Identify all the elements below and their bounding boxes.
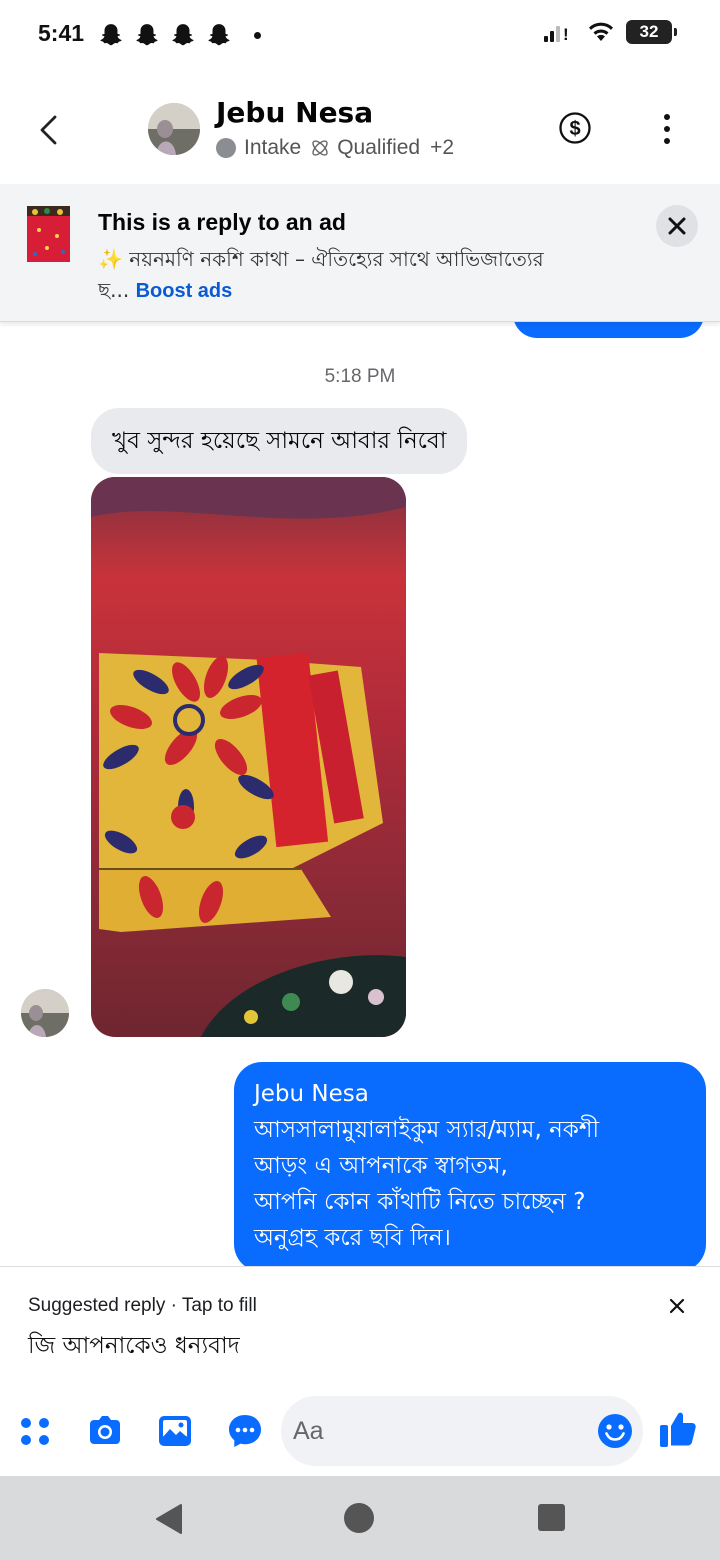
system-navigation-bar (0, 1476, 720, 1560)
nakshi-kantha-photo (91, 477, 406, 1037)
avatar-photo (148, 103, 200, 155)
more-options-icon[interactable] (655, 112, 679, 146)
incoming-message-text: খুব সুন্দর হয়েছে সামনে আবার নিবো (112, 427, 447, 454)
status-bar: 5:41 ! 32 (0, 0, 720, 72)
outgoing-message-bubble[interactable]: Jebu Nesa আসসালামুয়ালাইকুম স্যার/ম্যাম,… (234, 1062, 706, 1272)
svg-text:$: $ (569, 118, 580, 140)
sender-avatar[interactable] (21, 989, 69, 1037)
incoming-message-bubble[interactable]: খুব সুন্দর হয়েছে সামনে আবার নিবো (91, 408, 468, 474)
label-more-count: +2 (430, 136, 455, 159)
battery-level: 32 (639, 22, 659, 41)
ad-banner-body: ✨ নয়নমণি নকশি কাথা – ঐতিহ্যের সাথে আভিজ… (98, 244, 618, 307)
dollar-icon[interactable]: $ (558, 111, 592, 145)
apps-menu-icon[interactable] (14, 1410, 56, 1452)
like-thumbs-up-icon[interactable] (656, 1407, 700, 1451)
wifi-icon (589, 22, 613, 41)
message-composer (0, 1390, 720, 1476)
more-notifications-dot (254, 31, 261, 39)
signal-icon: ! (544, 25, 569, 44)
label-qualified: Qualified (337, 136, 421, 159)
camera-icon[interactable] (84, 1410, 126, 1452)
ad-reply-banner[interactable]: This is a reply to an ad ✨ নয়নমণি নকশি … (0, 184, 720, 322)
nav-back-icon[interactable] (153, 1502, 185, 1536)
outgoing-line-4: আপনি কোন কাঁথাটি নিতে চাচ্ছেন ? (254, 1189, 586, 1215)
ad-body-line-1: ✨ নয়নমণি নকশি কাথা – ঐতিহ্যের সাথে আভিজ… (98, 247, 544, 271)
snapchat-icon (208, 24, 230, 46)
atom-icon (312, 140, 328, 156)
suggested-reply-text[interactable]: জি আপনাকেও ধন্যবাদ (28, 1327, 240, 1366)
outgoing-line-3: আড়ং এ আপনাকে স্বাগতম, (254, 1153, 508, 1179)
label-intake: Intake (244, 136, 302, 159)
nav-home-icon[interactable] (344, 1503, 374, 1533)
chat-bubble-icon[interactable] (224, 1410, 266, 1452)
notification-icons (98, 22, 261, 48)
snapchat-icon (172, 24, 194, 46)
suggested-reply-label: Suggested reply · Tap to fill (28, 1295, 257, 1316)
outgoing-line-1: Jebu Nesa (254, 1081, 369, 1107)
ad-body-line-2: ছ... (98, 278, 130, 302)
nav-recents-icon[interactable] (538, 1504, 565, 1531)
close-icon[interactable] (666, 1295, 688, 1317)
boost-ads-link[interactable]: Boost ads (136, 280, 233, 302)
back-arrow-icon[interactable] (30, 110, 70, 150)
outgoing-line-2: আসসালামুয়ালাইকুম স্যার/ম্যাম, নকশী (254, 1117, 600, 1143)
contact-labels[interactable]: Intake Qualified +2 (216, 136, 454, 160)
status-time: 5:41 (38, 20, 85, 46)
contact-avatar[interactable] (148, 103, 200, 155)
gallery-icon[interactable] (154, 1410, 196, 1452)
emoji-icon[interactable] (596, 1412, 634, 1450)
ad-banner-title: This is a reply to an ad (98, 209, 346, 235)
svg-text:!: ! (563, 25, 569, 44)
battery-icon: 32 (626, 20, 677, 44)
sender-avatar-photo (21, 989, 69, 1037)
system-indicators: ! 32 (542, 20, 677, 44)
incoming-photo-message[interactable] (91, 477, 406, 1037)
message-input-container[interactable] (281, 1396, 643, 1466)
suggested-reply-panel: Suggested reply · Tap to fill জি আপনাকেও… (0, 1266, 720, 1390)
contact-name[interactable]: Jebu Nesa (216, 96, 373, 129)
ad-thumbnail-image (27, 206, 70, 262)
ad-thumbnail (27, 206, 70, 262)
ad-body-line-2-row: ছ... Boost ads (98, 275, 618, 307)
close-icon (668, 217, 686, 235)
snapchat-icon (136, 24, 158, 46)
close-ad-banner-button[interactable] (656, 205, 698, 247)
label-dot-icon (216, 138, 236, 158)
message-input[interactable] (293, 1396, 583, 1466)
message-timestamp: 5:18 PM (324, 366, 396, 387)
snapchat-icon (100, 24, 122, 46)
outgoing-line-5: অনুগ্রহ করে ছবি দিন। (254, 1225, 451, 1251)
chat-header: Jebu Nesa Intake Qualified +2 $ (0, 72, 720, 184)
